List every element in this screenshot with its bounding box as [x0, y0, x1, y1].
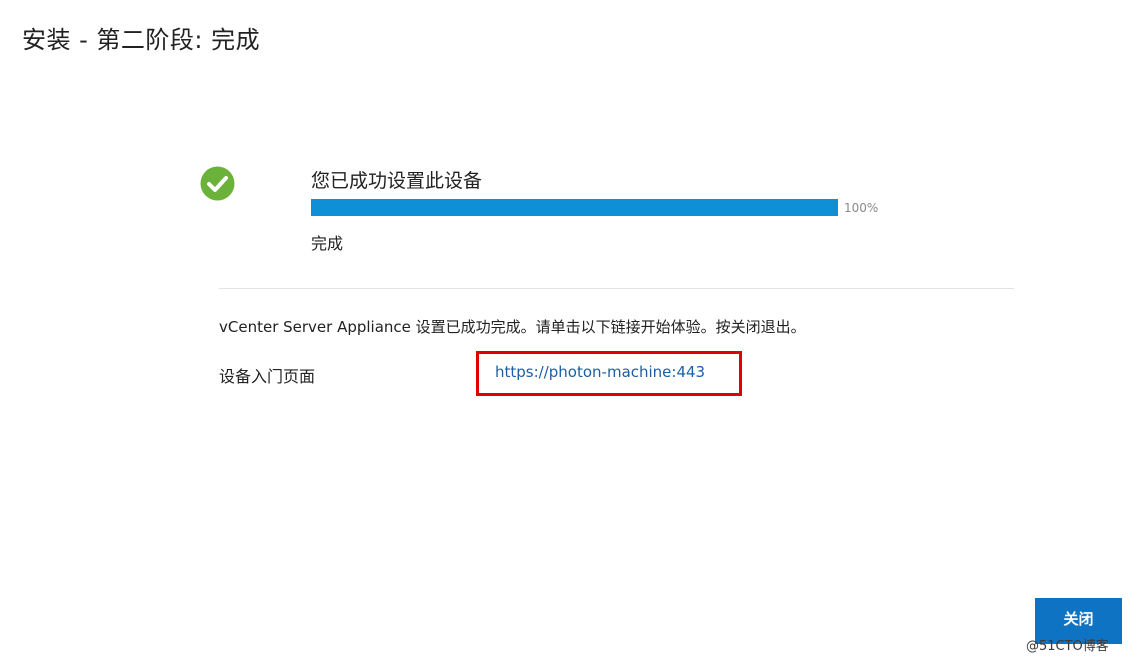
check-circle-icon [200, 166, 235, 201]
completion-message: vCenter Server Appliance 设置已成功完成。请单击以下链接… [219, 318, 806, 336]
portal-link[interactable]: https://photon-machine:443 [495, 363, 705, 381]
page-title: 安装 - 第二阶段: 完成 [22, 26, 261, 54]
progress-fill [311, 199, 838, 216]
progress-bar [311, 199, 838, 216]
status-heading: 您已成功设置此设备 [311, 170, 483, 192]
progress-status-text: 完成 [311, 234, 344, 253]
watermark: @51CTO博客 [1026, 639, 1109, 654]
portal-label: 设备入门页面 [219, 367, 316, 386]
divider [219, 288, 1014, 289]
progress-percent: 100% [844, 201, 879, 215]
